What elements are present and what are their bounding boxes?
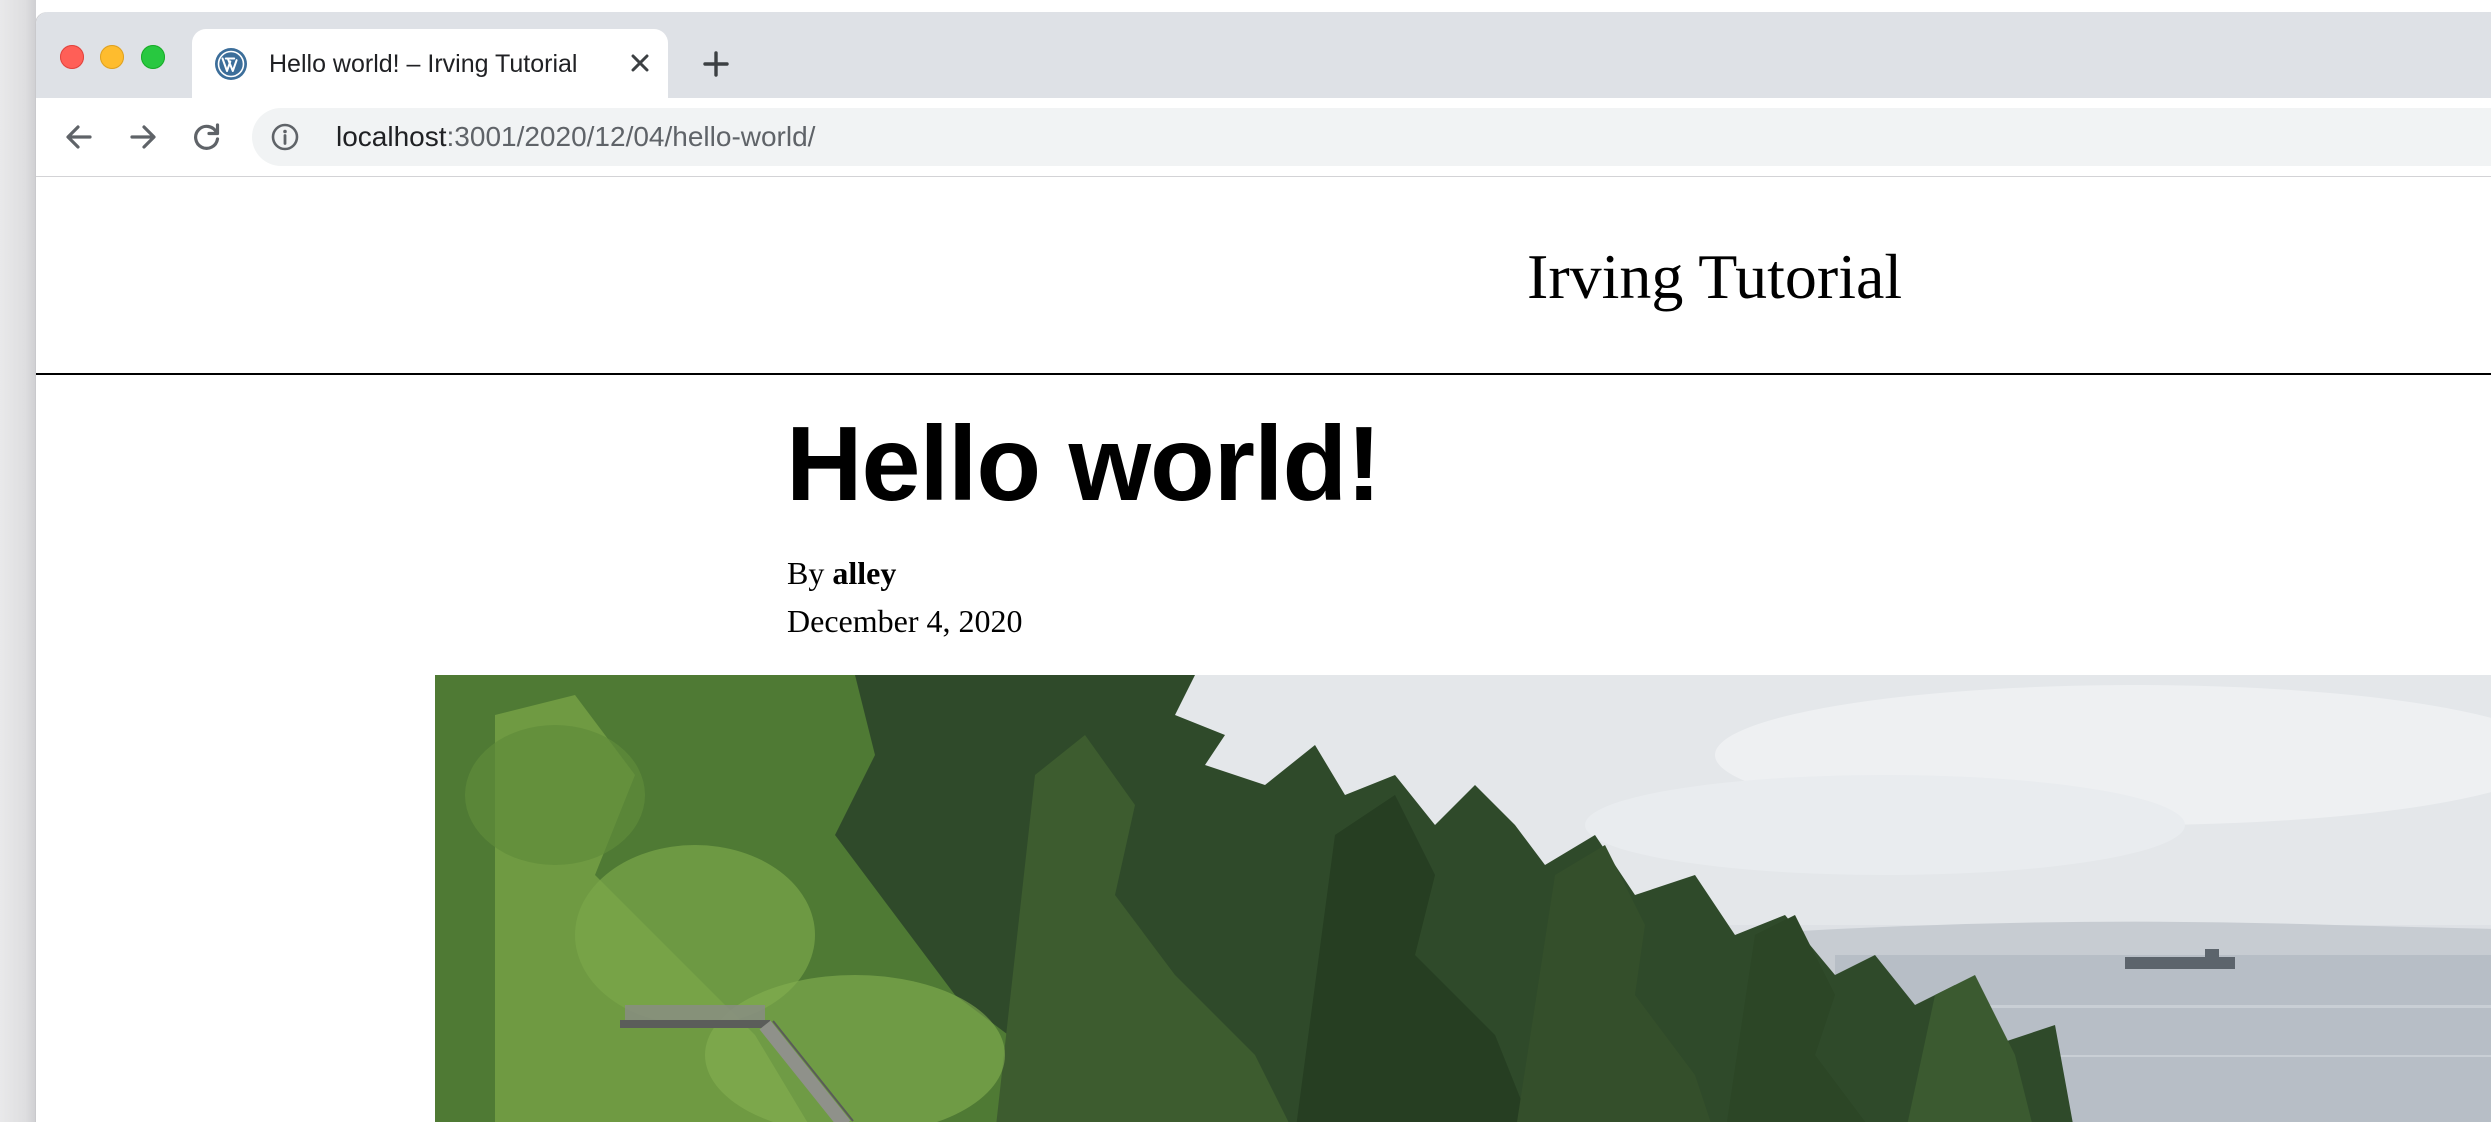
site-title[interactable]: Irving Tutorial xyxy=(1527,241,1902,313)
address-bar[interactable]: localhost:3001/2020/12/04/hello-world/ xyxy=(252,108,2491,166)
post-date: December 4, 2020 xyxy=(787,603,1023,639)
window-close-button[interactable] xyxy=(60,45,84,69)
tab-title: Hello world! – Irving Tutorial xyxy=(269,50,578,78)
byline-prefix: By xyxy=(787,555,825,591)
reload-icon[interactable] xyxy=(184,114,230,160)
close-icon[interactable] xyxy=(622,45,658,81)
url-path: :3001/2020/12/04/hello-world/ xyxy=(446,121,816,152)
arrow-right-icon[interactable] xyxy=(120,114,166,160)
post-byline: By alley xyxy=(787,553,896,593)
arrow-left-icon[interactable] xyxy=(56,114,102,160)
forest-coastline-image xyxy=(435,675,2491,1122)
url-host: localhost xyxy=(336,121,447,152)
window-minimize-button[interactable] xyxy=(100,45,124,69)
tab-strip: Hello world! – Irving Tutorial xyxy=(36,12,2491,99)
page-content: Irving Tutorial Hello world! By alley De… xyxy=(36,177,2491,1122)
header-divider xyxy=(36,373,2491,375)
url-text[interactable]: localhost:3001/2020/12/04/hello-world/ xyxy=(336,121,815,153)
info-icon[interactable] xyxy=(270,122,300,152)
tab-active[interactable]: Hello world! – Irving Tutorial xyxy=(192,29,668,99)
post-author[interactable]: alley xyxy=(832,555,896,591)
window-maximize-button[interactable] xyxy=(141,45,165,69)
wordpress-icon xyxy=(214,47,248,81)
window-shadow xyxy=(0,0,36,1122)
browser-toolbar: localhost:3001/2020/12/04/hello-world/ xyxy=(36,98,2491,177)
browser-window: Hello world! – Irving Tutorial localhost… xyxy=(36,12,2491,1122)
featured-image xyxy=(435,675,2491,1122)
post-title: Hello world! xyxy=(786,405,1382,523)
plus-icon[interactable] xyxy=(696,44,736,84)
